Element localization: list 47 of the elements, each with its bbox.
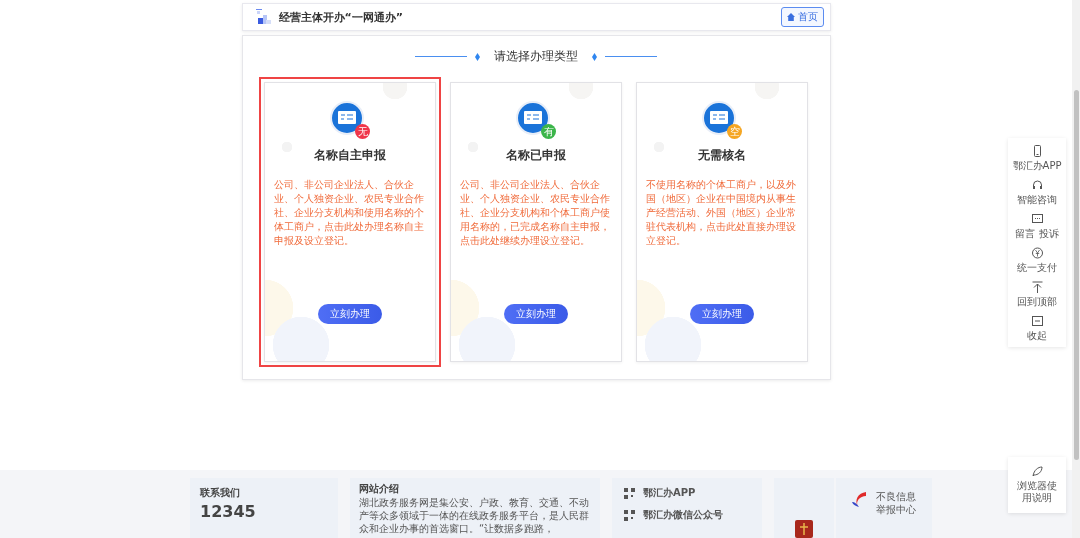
side-tool-button[interactable]: 智能咨询 xyxy=(1017,179,1057,207)
report-link[interactable]: 不良信息举报中心 xyxy=(876,490,918,516)
start-button[interactable]: 立刻办理 xyxy=(504,304,568,324)
site-intro: 湖北政务服务网是集公安、户政、教育、交通、不动产等众多领域于一体的在线政务服务平台，是人民群众和企业办事的首选窗口。“让数据多跑路， xyxy=(359,496,590,535)
status-badge: 有 xyxy=(541,124,556,139)
page-title: 经营主体开办“一网通办” xyxy=(278,9,404,25)
option-card[interactable]: 空 无需核名 不使用名称的个体工商户，以及外国（地区）企业在中国境内从事生产经营活动、外国（地区）企业常驻代表机构，点击此处直接办理设立登记。 立刻办理 xyxy=(631,77,813,367)
footer-heading: 网站介绍 xyxy=(359,482,400,496)
card-title: 名称自主申报 xyxy=(314,147,386,164)
start-button[interactable]: 立刻办理 xyxy=(318,304,382,324)
leaf-icon xyxy=(1031,466,1043,477)
side-tool-button[interactable]: 回到顶部 xyxy=(1017,281,1057,309)
option-card[interactable]: 有 名称已申报 公司、非公司企业法人、合伙企业、个人独资企业、农民专业合作社、企业分支机构和个体工商户使用名称的，已完成名称自主申报，点击此处继续办理设立登记。 立刻办理 xyxy=(445,77,627,367)
card-description: 公司、非公司企业法人、合伙企业、个人独资企业、农民专业合作社、企业分支机构和使用名称的个体工商户，点击此处办理名称自主申报及设立登记。 xyxy=(274,178,425,248)
start-button[interactable]: 立刻办理 xyxy=(690,304,754,324)
home-button[interactable]: 首页 xyxy=(780,7,824,27)
hotline-number: 12345 xyxy=(200,502,257,521)
side-tool-button[interactable]: 统一支付 xyxy=(1017,247,1057,275)
side-tool-button[interactable]: 鄂汇办APP xyxy=(1012,145,1062,173)
qr-code-icon xyxy=(624,509,635,521)
side-tool-button[interactable]: 留言 投诉 xyxy=(1015,213,1059,241)
yuan-icon xyxy=(1031,247,1043,259)
footer-heading: 联系我们 xyxy=(200,486,241,500)
emblem-icon xyxy=(794,520,814,538)
browser-help-button[interactable]: 浏览器使用说明 xyxy=(1008,457,1066,513)
status-badge: 无 xyxy=(355,124,370,139)
option-card[interactable]: 无 名称自主申报 公司、非公司企业法人、合伙企业、个人独资企业、农民专业合作社、企业分支机构和使用名称的个体工商户，点击此处办理名称自主申报及设立登记。 立刻办理 xyxy=(259,77,441,367)
card-description: 公司、非公司企业法人、合伙企业、个人独资企业、农民专业合作社、企业分支机构和个体工商户使用名称的，已完成名称自主申报，点击此处继续办理设立登记。 xyxy=(460,178,611,248)
qr-link[interactable]: 鄂汇办微信公众号 xyxy=(643,508,723,522)
card-title: 无需核名 xyxy=(698,147,746,164)
phone-icon xyxy=(1031,145,1043,157)
section-heading: 请选择办理类型 xyxy=(494,48,578,65)
building-icon xyxy=(254,9,271,25)
diamond-icon xyxy=(475,52,480,61)
card-title: 名称已申报 xyxy=(506,147,566,164)
side-tool-button[interactable]: 收起 xyxy=(1027,315,1047,343)
up-arrow-icon xyxy=(1031,281,1043,293)
status-badge: 空 xyxy=(727,124,742,139)
qr-link[interactable]: 鄂汇办APP xyxy=(643,486,696,500)
chat-icon xyxy=(1031,213,1043,225)
scrollbar-thumb[interactable] xyxy=(1073,90,1079,460)
card-description: 不使用名称的个体工商户，以及外国（地区）企业在中国境内从事生产经营活动、外国（地区）企业常驻代表机构，点击此处直接办理设立登记。 xyxy=(646,178,797,248)
qr-code-icon xyxy=(624,487,635,499)
minus-box-icon xyxy=(1031,315,1043,327)
diamond-icon xyxy=(592,52,597,61)
headset-icon xyxy=(1031,179,1043,191)
home-icon xyxy=(786,13,795,21)
